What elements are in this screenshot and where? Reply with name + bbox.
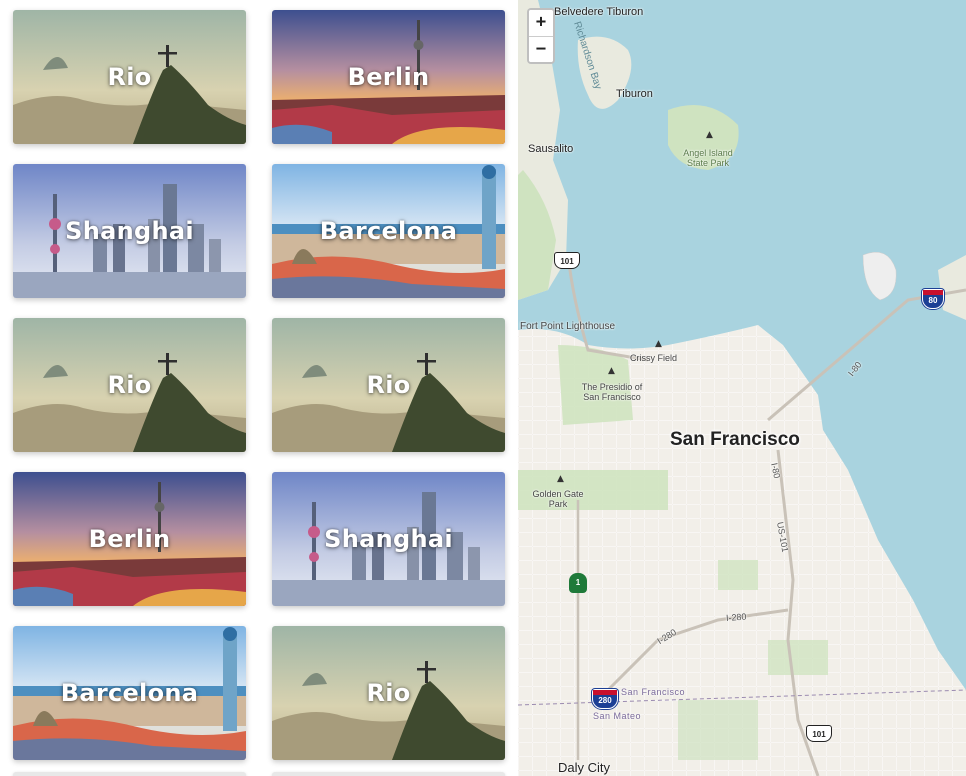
city-card-barcelona[interactable]: Barcelona	[13, 626, 246, 760]
map-label-angel-island: Angel Island State Park	[683, 148, 733, 168]
park-tree-icon: ▲	[608, 366, 615, 376]
city-name: Rio	[107, 63, 152, 91]
park-tree-icon: ▲	[706, 130, 713, 140]
map-label-tiburon: Tiburon	[616, 88, 653, 100]
map-label-san-francisco: San Francisco	[670, 429, 800, 450]
city-name: Barcelona	[60, 679, 199, 707]
map-label-county-sf: San Francisco	[621, 687, 686, 697]
zoom-in-button[interactable]: +	[529, 10, 553, 36]
city-card-rio[interactable]: Rio	[13, 318, 246, 452]
map-label-crissy-field: Crissy Field	[630, 353, 678, 363]
map-label-daly-city: Daly City	[558, 760, 611, 775]
city-card-partial[interactable]	[13, 772, 246, 776]
map[interactable]: Belvedere Tiburon Tiburon Richardson Bay…	[518, 0, 966, 776]
city-name: Shanghai	[65, 217, 194, 245]
ca1-shield-icon: 1	[569, 573, 587, 593]
map-label-presidio: The Presidio of San Francisco	[581, 382, 643, 402]
map-label-golden-gate-park: Golden Gate Park	[532, 489, 584, 509]
park-tree-icon: ▲	[557, 474, 564, 484]
city-name: Shanghai	[324, 525, 453, 553]
city-card-rio[interactable]: Rio	[272, 318, 505, 452]
map-label-sausalito: Sausalito	[528, 143, 574, 155]
park-tree-icon: ▲	[655, 339, 662, 349]
city-name: Rio	[107, 371, 152, 399]
i280-shield-icon: 280	[592, 689, 618, 709]
city-card-rio[interactable]: Rio	[272, 626, 505, 760]
city-card-shanghai[interactable]: Shanghai	[272, 472, 505, 606]
city-list: Rio Berlin Shanghai Barcelona Rio Rio Be…	[0, 0, 518, 776]
zoom-control: + −	[527, 8, 555, 64]
city-card-berlin[interactable]: Berlin	[13, 472, 246, 606]
city-name: Barcelona	[319, 217, 458, 245]
i80-shield-icon: 80	[922, 289, 944, 309]
city-card-barcelona[interactable]: Barcelona	[272, 164, 505, 298]
city-card-shanghai[interactable]: Shanghai	[13, 164, 246, 298]
map-label-fort-point: Fort Point Lighthouse	[520, 321, 616, 332]
city-card-partial[interactable]	[272, 772, 505, 776]
city-card-berlin[interactable]: Berlin	[272, 10, 505, 144]
map-label-belvedere-tiburon: Belvedere Tiburon	[554, 6, 644, 18]
city-name: Berlin	[88, 525, 171, 553]
city-name: Berlin	[347, 63, 430, 91]
city-name: Rio	[366, 371, 411, 399]
map-label-county-san-mateo: San Mateo	[593, 711, 642, 721]
us101-shield-icon: 101	[806, 725, 832, 742]
us101-shield-icon: 101	[554, 252, 580, 269]
map-label-i280-b: I-280	[725, 611, 747, 623]
city-card-rio[interactable]: Rio	[13, 10, 246, 144]
zoom-out-button[interactable]: −	[529, 36, 553, 62]
city-name: Rio	[366, 679, 411, 707]
